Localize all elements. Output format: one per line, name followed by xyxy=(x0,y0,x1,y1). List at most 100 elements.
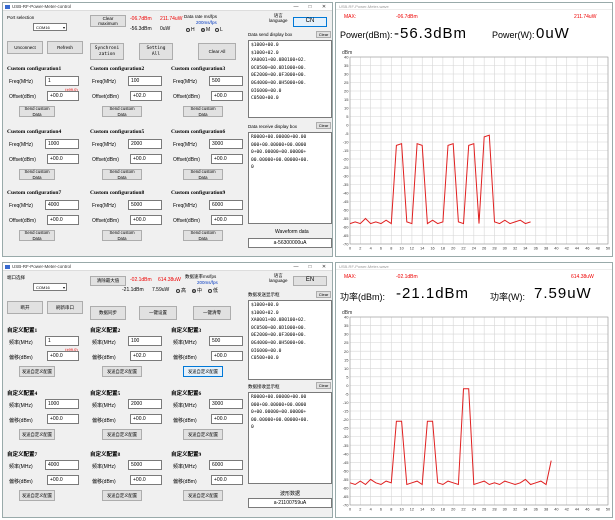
power-dbm-value: -56.3dBm xyxy=(394,25,468,42)
send-display-box[interactable]: $1000+00.0 $1000+02.0 XA0001+00.0B0100+0… xyxy=(248,300,332,380)
freq-input[interactable]: 1 xyxy=(45,76,79,86)
freq-input[interactable]: 1000 xyxy=(45,139,79,149)
send-custom-button[interactable]: Send custom Data xyxy=(19,106,55,117)
rate-radio-low[interactable]: 低 xyxy=(207,287,218,294)
y-tick-label: -60 xyxy=(343,486,350,491)
close-button[interactable]: ✕ xyxy=(318,3,330,11)
offset-input[interactable]: +00.0 xyxy=(47,215,79,225)
freq-input[interactable]: 5000 xyxy=(128,200,162,210)
sync-button[interactable]: 数据同步 xyxy=(90,306,126,320)
send-box-clear-button[interactable]: Clear xyxy=(316,31,331,38)
rate-radio-high[interactable]: 高 xyxy=(175,287,186,294)
send-custom-button[interactable]: 发送自定义配置 xyxy=(183,366,223,377)
offset-input[interactable]: +00.0 xyxy=(47,91,79,101)
offset-input[interactable]: +00.0 xyxy=(130,475,162,485)
disconnect-button[interactable]: Unconnect xyxy=(7,41,43,54)
freq-input[interactable]: 3000 xyxy=(209,399,243,409)
recv-box-clear-button[interactable]: Clear xyxy=(316,122,331,129)
offset-input[interactable]: +00.0 xyxy=(211,414,243,424)
recv-display-box[interactable]: R0000+00.00000+00.00 000+00.00000+00.000… xyxy=(248,392,332,484)
freq-input[interactable]: 6000 xyxy=(209,200,243,210)
offset-input[interactable]: +02.0 xyxy=(130,351,162,361)
send-custom-button[interactable]: 发送自定义配置 xyxy=(102,366,142,377)
send-custom-button[interactable]: Send custom Data xyxy=(19,169,55,180)
freq-input[interactable]: 3000 xyxy=(209,139,243,149)
maximize-button[interactable]: □ xyxy=(304,263,316,271)
send-custom-button[interactable]: Send custom Data xyxy=(183,169,223,180)
send-custom-button[interactable]: Send custom Data xyxy=(183,230,223,241)
freq-input[interactable]: 500 xyxy=(209,76,243,86)
send-custom-button[interactable]: 发送自定义配置 xyxy=(102,490,142,501)
send-custom-button[interactable]: 发送自定义配置 xyxy=(183,490,223,501)
freq-input[interactable]: 1 xyxy=(45,336,79,346)
setting-all-button[interactable]: 一键设置 xyxy=(139,306,177,320)
send-box-clear-button[interactable]: Clear xyxy=(316,291,331,298)
language-button[interactable]: EN xyxy=(293,276,327,286)
freq-input[interactable]: 6000 xyxy=(209,460,243,470)
freq-input[interactable]: 500 xyxy=(209,336,243,346)
offset-input[interactable]: +00.0 xyxy=(130,215,162,225)
minimize-button[interactable]: — xyxy=(290,263,302,271)
offset-input[interactable]: +00.0 xyxy=(47,351,79,361)
offset-input[interactable]: +00.0 xyxy=(211,154,243,164)
x-tick-label: 22 xyxy=(461,247,465,251)
send-custom-button[interactable]: Send custom Data xyxy=(102,230,142,241)
offset-input[interactable]: +00.0 xyxy=(211,91,243,101)
wave-data-field[interactable]: a-56300000uA xyxy=(248,238,332,248)
y-tick-label: 10 xyxy=(344,366,349,371)
wave-data-field[interactable]: a-21100759uA xyxy=(248,498,332,508)
offset-input[interactable]: +00.0 xyxy=(130,154,162,164)
minimize-button[interactable]: — xyxy=(290,3,302,11)
y-tick-label: 15 xyxy=(344,357,349,362)
clear-max-button[interactable]: Clear maximum xyxy=(90,15,126,27)
offset-input[interactable]: +02.0 xyxy=(130,91,162,101)
close-button[interactable]: ✕ xyxy=(318,263,330,271)
sync-button[interactable]: Synchroni zation xyxy=(90,43,124,60)
freq-input[interactable]: 100 xyxy=(128,336,162,346)
send-custom-button[interactable]: 发送自定义配置 xyxy=(19,366,55,377)
disconnect-button[interactable]: 断开 xyxy=(7,301,43,314)
offset-input[interactable]: +00.0 xyxy=(211,475,243,485)
offset-input[interactable]: +00.0 xyxy=(47,414,79,424)
offset-input[interactable]: +00.0 xyxy=(47,154,79,164)
send-custom-button[interactable]: 发送自定义配置 xyxy=(183,429,223,440)
rate-radio-h[interactable]: H xyxy=(185,27,195,33)
refresh-button[interactable]: 刷新串口 xyxy=(47,301,83,314)
y-tick-label: -15 xyxy=(343,148,350,153)
rate-radio-l[interactable]: L xyxy=(214,27,223,33)
recv-display-box[interactable]: R0000+00.00000+00.00 000+00.00000+00.000… xyxy=(248,132,332,224)
send-custom-button[interactable]: 发送自定义配置 xyxy=(19,429,55,440)
send-custom-button[interactable]: 发送自定义配置 xyxy=(19,490,55,501)
setting-all-button[interactable]: Setting All xyxy=(139,43,173,60)
send-custom-button[interactable]: 发送自定义配置 xyxy=(102,429,142,440)
offset-input[interactable]: +00.0 xyxy=(47,475,79,485)
send-custom-button[interactable]: Send custom Data xyxy=(102,106,142,117)
offset-label: Offset(dBm) xyxy=(9,157,36,163)
port-select[interactable]: COM16 xyxy=(33,23,67,31)
port-select[interactable]: COM16 xyxy=(33,283,67,291)
send-custom-button[interactable]: Send custom Data xyxy=(183,106,223,117)
freq-input[interactable]: 2000 xyxy=(128,399,162,409)
freq-input[interactable]: 5000 xyxy=(128,460,162,470)
offset-input[interactable]: +00.0 xyxy=(130,414,162,424)
rate-radio-mid[interactable]: 中 xyxy=(191,287,202,294)
freq-input[interactable]: 4000 xyxy=(45,460,79,470)
clear-all-button[interactable]: Clear All xyxy=(198,43,236,60)
clear-max-button[interactable]: 清除最大值 xyxy=(90,276,126,286)
language-button[interactable]: CN xyxy=(293,17,327,27)
send-display-box[interactable]: $1000+00.0 $1000+02.0 XA0001+00.0B0100+0… xyxy=(248,40,332,118)
refresh-button[interactable]: Refresh xyxy=(47,41,83,54)
offset-input[interactable]: +00.0 xyxy=(211,215,243,225)
freq-input[interactable]: 1000 xyxy=(45,399,79,409)
offset-input[interactable]: +00.0 xyxy=(211,351,243,361)
freq-input[interactable]: 2000 xyxy=(128,139,162,149)
rate-radio-m[interactable]: M xyxy=(200,27,210,33)
recv-box-clear-button[interactable]: Clear xyxy=(316,382,331,389)
clear-all-button[interactable]: 一键清零 xyxy=(193,306,231,320)
freq-input[interactable]: 4000 xyxy=(45,200,79,210)
freq-input[interactable]: 100 xyxy=(128,76,162,86)
maximize-button[interactable]: □ xyxy=(304,3,316,11)
send-custom-button[interactable]: Send custom Data xyxy=(19,230,55,241)
send-custom-button[interactable]: Send custom Data xyxy=(102,169,142,180)
y-tick-label: 5 xyxy=(346,114,349,119)
